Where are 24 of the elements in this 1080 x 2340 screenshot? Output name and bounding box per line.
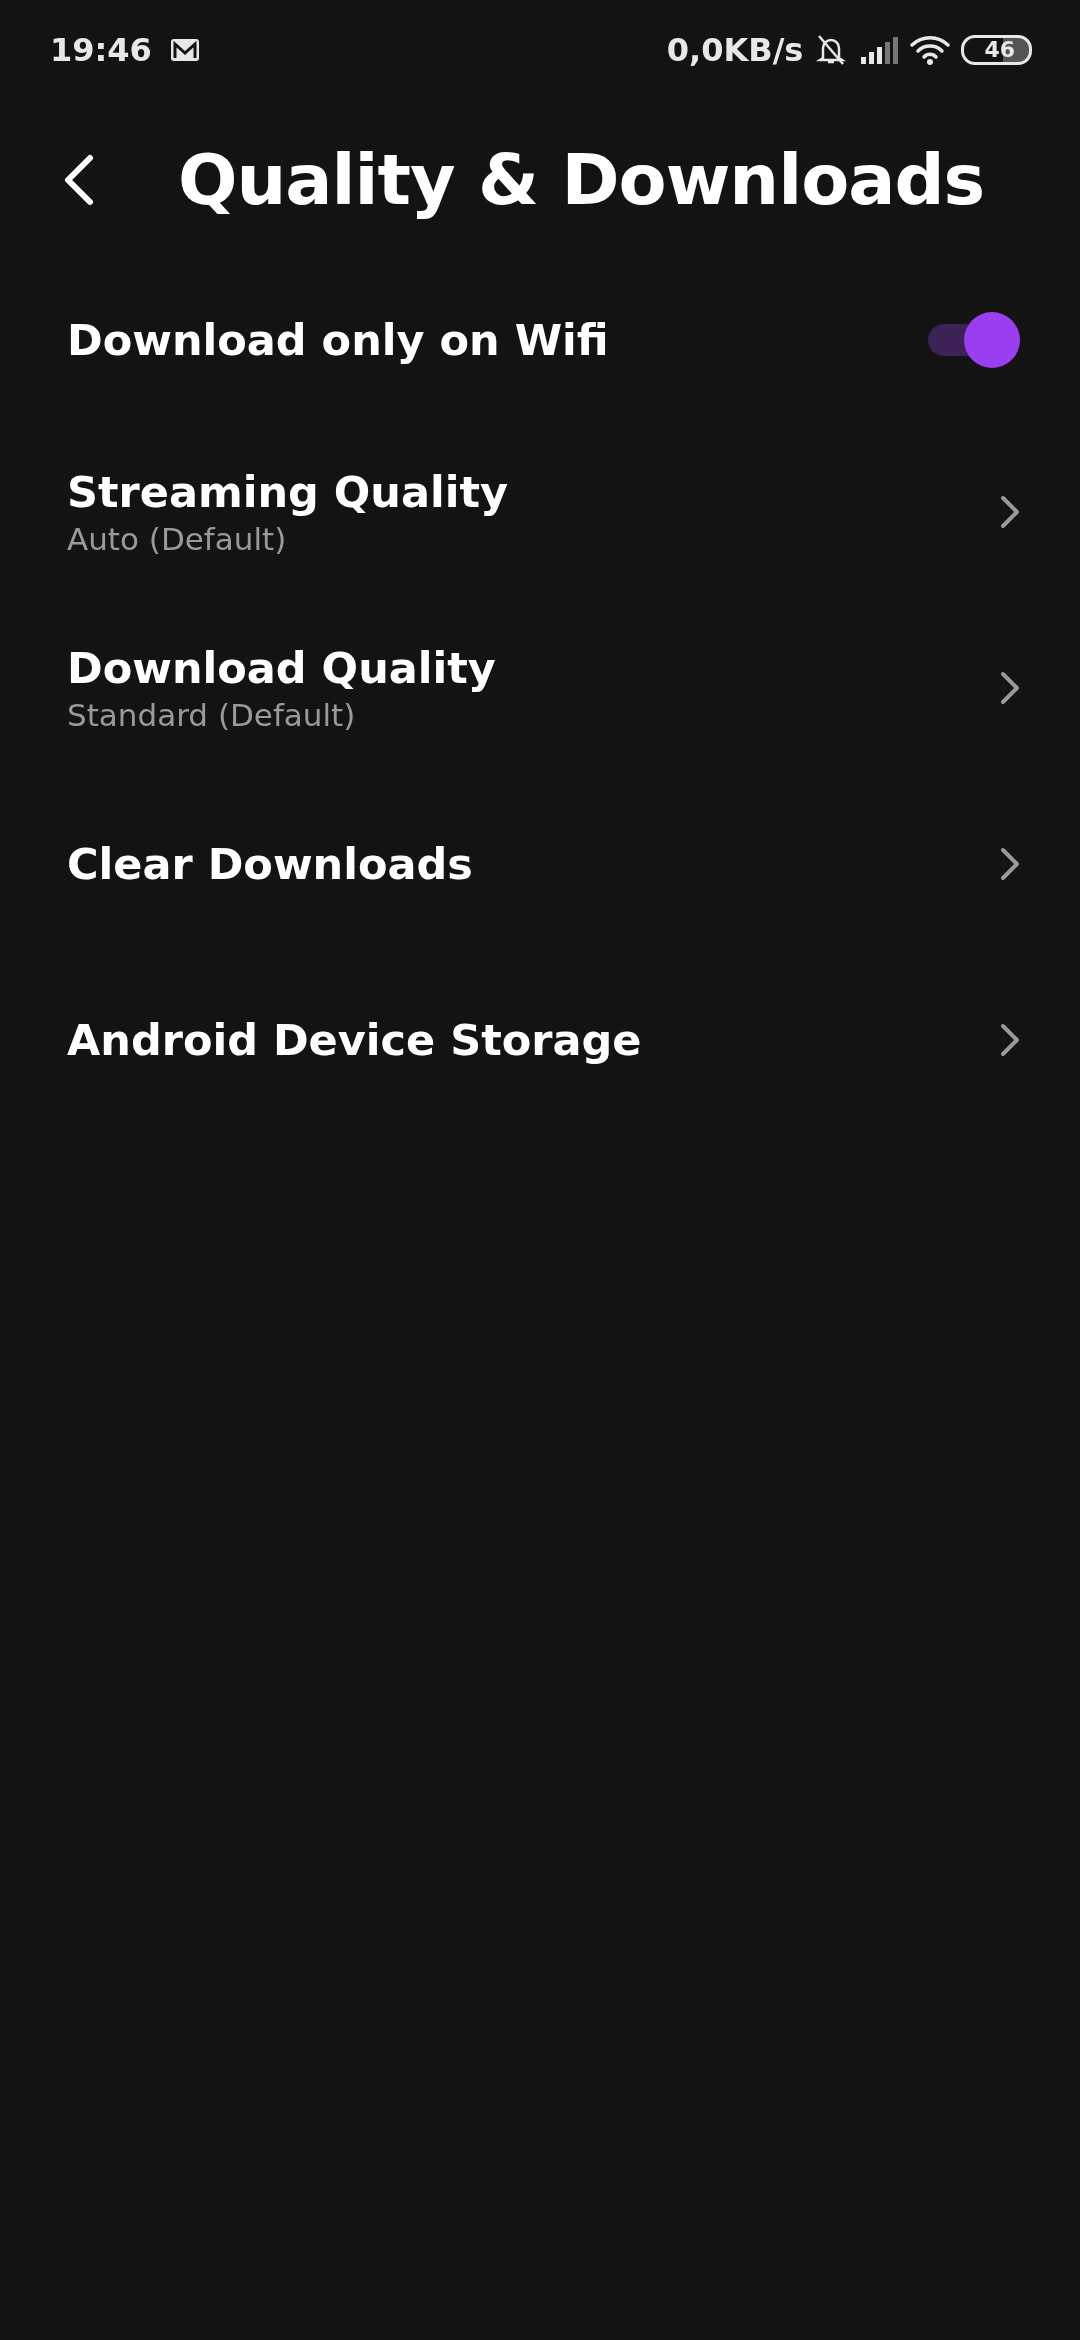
settings-row[interactable]: Clear Downloads	[0, 776, 1080, 952]
chevron-right-icon	[1000, 671, 1020, 705]
setting-label: Clear Downloads	[67, 839, 473, 889]
page-title: Quality & Downloads	[178, 139, 985, 221]
setting-label: Streaming Quality	[67, 467, 509, 517]
network-speed: 0,0KB/s	[666, 31, 804, 69]
setting-label: Android Device Storage	[67, 1015, 642, 1065]
status-time: 19:46	[50, 31, 152, 69]
battery-indicator: 46	[961, 35, 1032, 65]
setting-value: Standard (Default)	[67, 697, 357, 733]
settings-row[interactable]: Android Device Storage	[0, 952, 1080, 1128]
settings-row[interactable]: Download Quality Standard (Default)	[0, 600, 1080, 776]
chevron-right-icon	[1000, 495, 1020, 529]
settings-row[interactable]: Streaming Quality Auto (Default)	[0, 424, 1080, 600]
wifi-icon	[909, 33, 952, 67]
setting-label: Download Quality	[67, 643, 496, 693]
chevron-right-icon	[1000, 847, 1020, 881]
toggle-switch[interactable]	[928, 312, 1020, 368]
chevron-right-icon	[1000, 1023, 1020, 1057]
signal-icon	[859, 35, 900, 65]
setting-label: Download only on Wifi	[67, 315, 609, 365]
mail-icon	[169, 38, 200, 62]
settings-row[interactable]: Download only on Wifi	[0, 260, 1080, 420]
setting-value: Auto (Default)	[67, 521, 288, 557]
